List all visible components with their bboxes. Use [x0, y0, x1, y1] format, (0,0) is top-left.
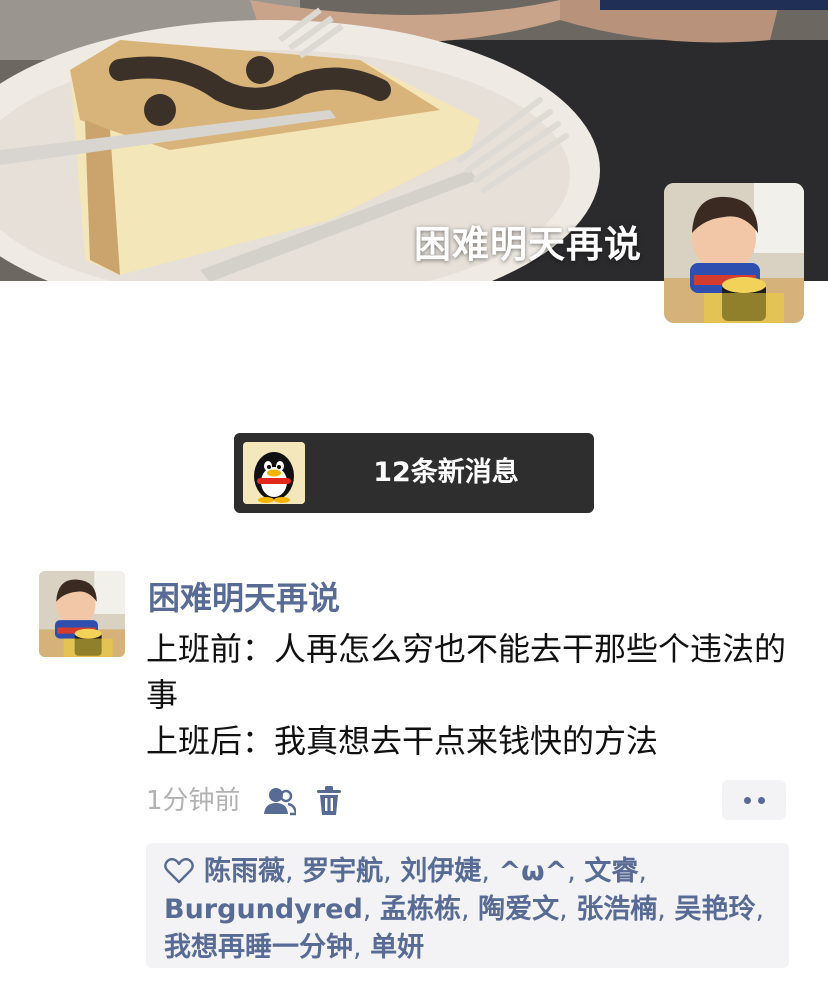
- liker-name[interactable]: 陶爱文: [478, 894, 559, 925]
- heart-icon: [164, 858, 194, 884]
- liker-name[interactable]: 刘伊婕: [400, 856, 481, 887]
- liker-name[interactable]: 文睿: [584, 856, 638, 887]
- post-author-avatar[interactable]: [39, 571, 125, 657]
- child-photo-image: [664, 183, 804, 323]
- post-line: 上班前：人再怎么穷也不能去干那些个违法的事: [146, 630, 787, 714]
- liker-name[interactable]: Burgundyred: [164, 894, 363, 925]
- moments-page: 困难明天再说 12条新消息 困难明天再说 上班前：人再怎么穷也不能去干那些个违法…: [0, 0, 828, 992]
- liker-name[interactable]: 孟栋栋: [380, 894, 461, 925]
- child-photo-image: [39, 571, 125, 657]
- liker-name[interactable]: 单妍: [370, 932, 424, 963]
- post-meta-row: 1分钟前: [146, 783, 786, 819]
- post-content: 上班前：人再怎么穷也不能去干那些个违法的事 上班后：我真想去干点来钱快的方法: [146, 626, 786, 764]
- post-line: 上班后：我真想去干点来钱快的方法: [146, 722, 659, 760]
- post-author-name[interactable]: 困难明天再说: [148, 573, 340, 619]
- new-messages-label: 12条新消息: [373, 457, 519, 488]
- delete-icon[interactable]: [317, 786, 341, 816]
- post-time: 1分钟前: [146, 786, 241, 816]
- liker-name[interactable]: 罗宇航: [302, 856, 383, 887]
- new-messages-button[interactable]: 12条新消息: [234, 433, 594, 513]
- cover-username[interactable]: 困难明天再说: [414, 214, 642, 268]
- liker-name[interactable]: 吴艳玲: [674, 894, 755, 925]
- more-dots-icon: [757, 796, 765, 804]
- likes-list: 陈雨薇, 罗宇航, 刘伊婕, ^ω^, 文睿, Burgundyred, 孟栋栋…: [146, 843, 789, 968]
- more-actions-button[interactable]: [722, 780, 786, 820]
- liker-name[interactable]: 张浩楠: [576, 894, 657, 925]
- privacy-icon[interactable]: [264, 786, 296, 816]
- liker-name[interactable]: 陈雨薇: [204, 856, 285, 887]
- more-dots-icon: [743, 796, 751, 804]
- penguin-icon: [243, 442, 305, 504]
- liker-name[interactable]: ^ω^: [499, 856, 568, 887]
- qq-penguin-avatar: [243, 442, 305, 504]
- profile-avatar[interactable]: [664, 183, 804, 323]
- liker-name[interactable]: 我想再睡一分钟: [164, 932, 353, 963]
